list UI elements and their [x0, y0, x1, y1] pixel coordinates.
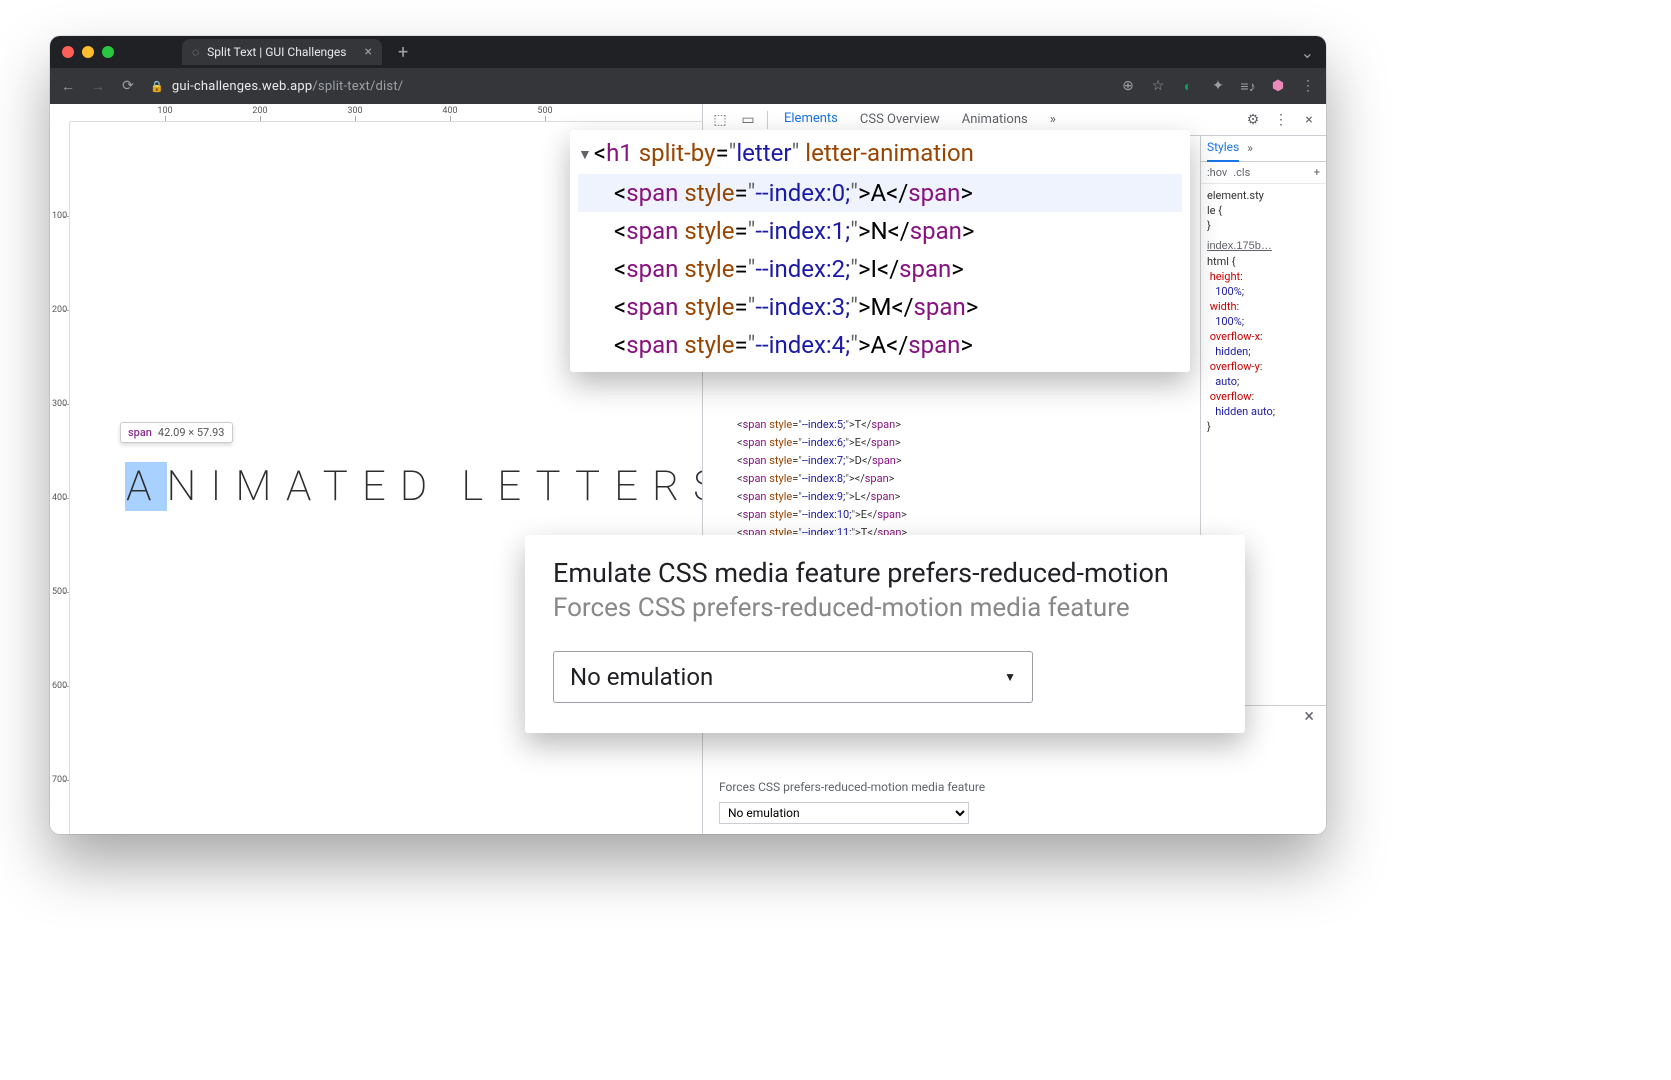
letter: R — [652, 462, 693, 511]
letter: I — [210, 462, 235, 511]
letter: T — [575, 462, 614, 511]
letter: A — [286, 462, 323, 511]
rendering-label: Forces CSS prefers-reduced-motion media … — [719, 780, 1310, 794]
zoom-title: Emulate CSS media feature prefers-reduce… — [553, 557, 1217, 589]
settings-icon[interactable]: ⚙ — [1240, 107, 1266, 133]
zoom-subtitle: Forces CSS prefers-reduced-motion media … — [553, 593, 1217, 623]
window-max-dot[interactable] — [102, 46, 114, 58]
menu-icon[interactable]: ⋮ — [1300, 78, 1316, 94]
styles-tab[interactable]: Styles — [1207, 136, 1239, 162]
window-close-dot[interactable] — [62, 46, 74, 58]
add-rule-icon[interactable]: + — [1314, 165, 1320, 180]
drawer-close-icon[interactable]: × — [1304, 706, 1314, 727]
devtools-close-icon[interactable]: × — [1296, 107, 1322, 133]
inspect-icon[interactable]: ⬚ — [707, 107, 733, 133]
css-rules: element.style {}index.175b…html { height… — [1201, 184, 1326, 438]
letter: A — [125, 462, 167, 511]
tab-overflow-icon[interactable]: ⌄ — [1301, 43, 1314, 62]
titlebar: ◌ Split Text | GUI Challenges × + ⌄ — [50, 36, 1326, 68]
caret-icon: ▼ — [1004, 670, 1016, 684]
devtools-menu-icon[interactable]: ⋮ — [1268, 107, 1294, 133]
back-icon[interactable]: ← — [60, 78, 76, 95]
window-min-dot[interactable] — [82, 46, 94, 58]
letter: N — [167, 462, 211, 511]
ruler-vertical: 100200300400500600700800 — [50, 122, 70, 834]
lock-icon: 🔒 — [150, 80, 164, 93]
extensions-icon[interactable]: ✦ — [1210, 78, 1226, 94]
letter: E — [362, 462, 400, 511]
dom-node[interactable]: <span style="--index:8;"></span> — [709, 470, 1200, 488]
dom-node[interactable]: <span style="--index:9;">L</span> — [709, 488, 1200, 506]
tooltip-tag: span — [128, 426, 152, 439]
inspect-tooltip: span 42.09 × 57.93 — [120, 422, 233, 443]
letter: D — [400, 462, 442, 511]
zoom-rendering-overlay: Emulate CSS media feature prefers-reduce… — [525, 535, 1245, 733]
zoom-elements-overlay: ▼<h1 split-by="letter" letter-animation<… — [570, 130, 1190, 372]
letter: T — [323, 462, 362, 511]
letter: E — [497, 462, 535, 511]
tab-title: Split Text | GUI Challenges — [207, 45, 346, 59]
filter-cls[interactable]: .cls — [1233, 165, 1250, 180]
new-tab-icon[interactable]: + — [398, 42, 408, 63]
dom-node[interactable]: <span style="--index:5;">T</span> — [709, 416, 1200, 434]
page-heading: ANIMATEDLETTERS — [125, 462, 702, 511]
dom-node[interactable]: <span style="--index:7;">D</span> — [709, 452, 1200, 470]
profile-icon[interactable]: ⬢ — [1270, 78, 1286, 94]
tab-favicon: ◌ — [192, 45, 199, 59]
letter: T — [536, 462, 575, 511]
styles-overflow-icon[interactable]: » — [1247, 141, 1253, 156]
zoom-select[interactable]: No emulation ▼ — [553, 651, 1033, 703]
dom-node[interactable]: <span style="--index:10;">E</span> — [709, 506, 1200, 524]
browser-tab[interactable]: ◌ Split Text | GUI Challenges × — [182, 39, 382, 65]
forward-icon[interactable]: → — [90, 78, 106, 95]
reload-icon[interactable]: ⟳ — [120, 78, 136, 94]
address-bar: ← → ⟳ 🔒 gui-challenges.web.app/split-tex… — [50, 68, 1326, 104]
rendering-select[interactable]: No emulation — [719, 802, 969, 824]
letter: L — [461, 462, 497, 511]
dom-node[interactable]: <span style="--index:6;">E</span> — [709, 434, 1200, 452]
tooltip-dim: 42.09 × 57.93 — [158, 426, 225, 439]
bookmark-icon[interactable]: ☆ — [1150, 78, 1166, 94]
ruler-horizontal: 100200300400500 — [70, 104, 702, 122]
close-tab-icon[interactable]: × — [365, 44, 372, 60]
letter: M — [235, 462, 286, 511]
device-icon[interactable]: ▭ — [735, 107, 761, 133]
filter-hov[interactable]: :hov — [1207, 165, 1227, 180]
extension-icon-1[interactable]: ◐ — [1180, 78, 1196, 95]
letter: E — [614, 462, 652, 511]
url-bar[interactable]: 🔒 gui-challenges.web.app/split-text/dist… — [150, 79, 1106, 94]
letter: S — [693, 462, 702, 511]
translate-icon[interactable]: ⊕ — [1120, 78, 1136, 94]
reading-list-icon[interactable]: ≡♪ — [1240, 78, 1256, 95]
